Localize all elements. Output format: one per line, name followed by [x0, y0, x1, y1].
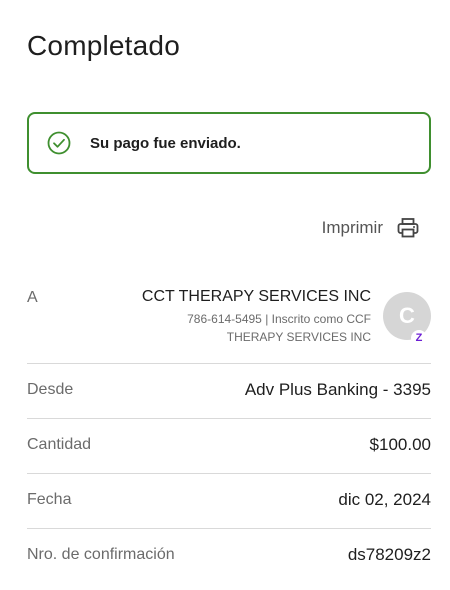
detail-row-from: Desde Adv Plus Banking - 3395 [27, 375, 431, 405]
divider [27, 528, 431, 529]
from-key: Desde [27, 381, 74, 398]
amount-key: Cantidad [27, 436, 92, 453]
divider [27, 473, 431, 474]
divider [27, 363, 431, 364]
date-key: Fecha [27, 491, 72, 508]
detail-row-date: Fecha dic 02, 2024 [27, 485, 431, 515]
page-title: Completado [27, 30, 180, 61]
detail-row-amount: Cantidad $100.00 [27, 430, 431, 460]
check-circle-icon [47, 131, 71, 155]
recipient-key: A [27, 289, 38, 306]
recipient-row: A CCT THERAPY SERVICES INC 786-614-5495 … [27, 286, 431, 363]
print-label: Imprimir [321, 218, 383, 237]
detail-row-confirmation: Nro. de confirmación ds78209z2 [27, 540, 431, 570]
success-banner: Su pago fue enviado. [27, 112, 431, 174]
amount-value: $100.00 [369, 435, 431, 454]
recipient-detail-2: THERAPY SERVICES INC [226, 330, 371, 344]
avatar-initial: C [399, 303, 415, 328]
printer-icon [396, 216, 420, 240]
confirmation-key: Nro. de confirmación [27, 546, 175, 563]
print-button[interactable]: Imprimir [322, 216, 420, 240]
confirmation-value: ds78209z2 [347, 545, 431, 564]
from-value: Adv Plus Banking - 3395 [244, 380, 431, 399]
divider [27, 418, 431, 419]
success-message: Su pago fue enviado. [90, 134, 241, 152]
recipient-name: CCT THERAPY SERVICES INC [141, 288, 371, 305]
recipient-detail-1: 786-614-5495 | Inscrito como CCF [187, 312, 371, 326]
date-value: dic 02, 2024 [338, 490, 431, 509]
zelle-badge-icon: Z [411, 330, 427, 346]
